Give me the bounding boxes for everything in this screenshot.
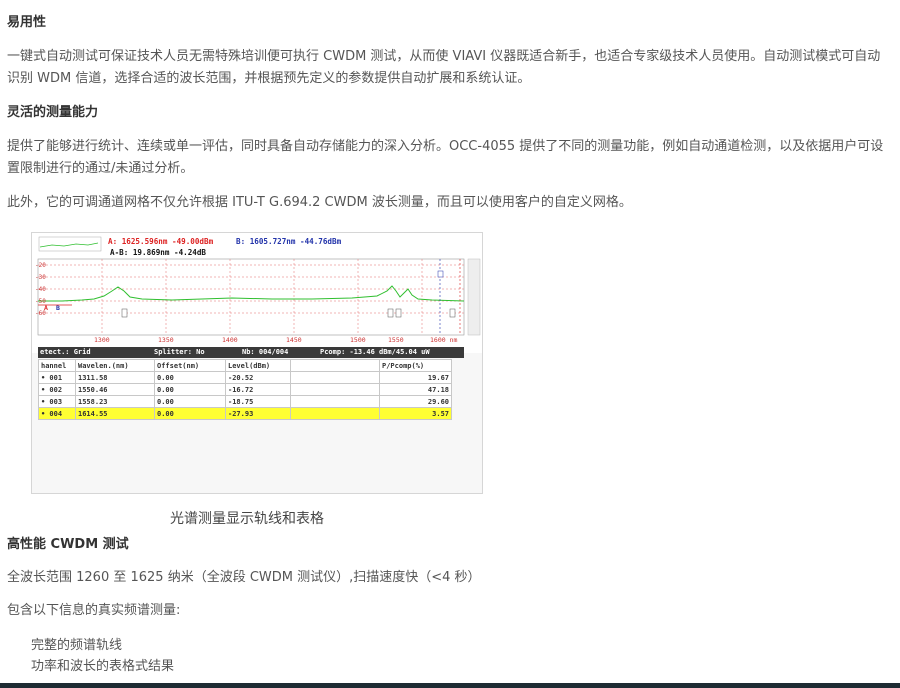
- table-row-selected[interactable]: • 004 1614.55 0.00 -27.93 3.57: [38, 407, 452, 420]
- cell-offset: 0.00: [154, 407, 226, 420]
- y-tick: -60: [35, 310, 46, 317]
- cell-pcomp: 3.57: [379, 407, 452, 420]
- paragraph-custom-grid: 此外，它的可调通道网格不仅允许根据 ITU-T G.694.2 CWDM 波长测…: [7, 195, 632, 210]
- column-header: Offset(nm): [154, 359, 226, 372]
- channel-results-table: hannel Wavelen.(nm) Offset(nm) Level(dBm…: [38, 359, 452, 420]
- marker-b-readout: B: 1605.727nm -44.76dBm: [236, 237, 342, 246]
- table-row[interactable]: • 003 1558.23 0.00 -18.75 29.60: [38, 395, 452, 408]
- cell-channel: • 003: [38, 395, 76, 408]
- heading-high-performance: 高性能 CWDM 测试: [7, 537, 129, 552]
- cell-level: -27.93: [225, 407, 291, 420]
- column-header: [290, 359, 380, 372]
- table-row[interactable]: • 002 1550.46 0.00 -16.72 47.18: [38, 383, 452, 396]
- y-tick: -30: [35, 274, 46, 281]
- detect-mode: etect.: Grid: [40, 348, 91, 356]
- marker-b-flag: B: [56, 304, 60, 312]
- cell-empty: [290, 407, 380, 420]
- cell-wavelength: 1558.23: [75, 395, 155, 408]
- splitter-status: Splitter: No: [154, 348, 205, 356]
- cell-level: -16.72: [225, 383, 291, 396]
- paragraph-spectrum-intro: 包含以下信息的真实频谱测量:: [7, 603, 181, 618]
- cell-wavelength: 1311.58: [75, 371, 155, 384]
- cell-channel: • 002: [38, 383, 76, 396]
- x-tick: 1400: [222, 336, 238, 344]
- column-header: Wavelen.(nm): [75, 359, 155, 372]
- x-tick: 1300: [94, 336, 110, 344]
- cell-offset: 0.00: [154, 383, 226, 396]
- column-header: P/Pcomp(%): [379, 359, 452, 372]
- cell-level: -18.75: [225, 395, 291, 408]
- spectrum-trace-panel: A B A: 1625.596nm -49.00dBm B: 1605.727n…: [32, 233, 482, 353]
- x-tick: 1550: [388, 336, 404, 344]
- marker-a-readout: A: 1625.596nm -49.00dBm: [108, 237, 214, 246]
- paragraph-flexible-measurement: 提供了能够进行统计、连续或单一评估，同时具备自动存储能力的深入分析。OCC-40…: [7, 139, 884, 176]
- cell-pcomp: 29.60: [379, 395, 452, 408]
- total-power: Pcomp: -13.46 dBm/45.04 uW: [320, 348, 430, 356]
- column-header: Level(dBm): [225, 359, 291, 372]
- cell-pcomp: 47.18: [379, 383, 452, 396]
- cell-level: -20.52: [225, 371, 291, 384]
- table-row[interactable]: • 001 1311.58 0.00 -20.52 19.67: [38, 371, 452, 384]
- channel-count: Nb: 004/004: [242, 348, 289, 356]
- list-item: 功率和波长的表格式结果: [31, 659, 175, 674]
- measurement-info-bar: etect.: Grid Splitter: No Nb: 004/004 Pc…: [38, 347, 464, 358]
- paragraph-wavelength-range: 全波长范围 1260 至 1625 纳米（全波段 CWDM 测试仪）,扫描速度快…: [7, 570, 481, 585]
- cell-channel: • 001: [38, 371, 76, 384]
- column-header: hannel: [38, 359, 76, 372]
- x-tick: 1600 nm: [430, 336, 458, 344]
- cell-empty: [290, 371, 380, 384]
- paragraph-ease-of-use: 一键式自动测试可保证技术人员无需特殊培训便可执行 CWDM 测试，从而使 VIA…: [7, 49, 881, 86]
- x-tick: 1350: [158, 336, 174, 344]
- cell-wavelength: 1550.46: [75, 383, 155, 396]
- heading-flexible-measurement: 灵活的测量能力: [7, 105, 99, 120]
- cell-empty: [290, 383, 380, 396]
- table-header-row: hannel Wavelen.(nm) Offset(nm) Level(dBm…: [38, 359, 452, 372]
- footer-bar: [0, 683, 900, 688]
- cell-offset: 0.00: [154, 395, 226, 408]
- marker-delta-readout: A-B: 19.869nm -4.24dB: [110, 248, 207, 257]
- cell-empty: [290, 395, 380, 408]
- cell-offset: 0.00: [154, 371, 226, 384]
- x-tick: 1450: [286, 336, 302, 344]
- cell-pcomp: 19.67: [379, 371, 452, 384]
- figure-caption: 光谱测量显示轨线和表格: [170, 511, 324, 527]
- list-item: 完整的频谱轨线: [31, 638, 123, 653]
- y-tick: -40: [35, 286, 46, 293]
- x-tick: 1500: [350, 336, 366, 344]
- heading-ease-of-use: 易用性: [7, 15, 47, 30]
- spectrum-trace-graph: A B: [37, 236, 481, 336]
- cell-wavelength: 1614.55: [75, 407, 155, 420]
- cell-channel: • 004: [38, 407, 76, 420]
- y-tick: -50: [35, 298, 46, 305]
- spectrum-screenshot: A B A: 1625.596nm -49.00dBm B: 1605.727n…: [31, 232, 483, 494]
- y-tick: -20: [35, 262, 46, 269]
